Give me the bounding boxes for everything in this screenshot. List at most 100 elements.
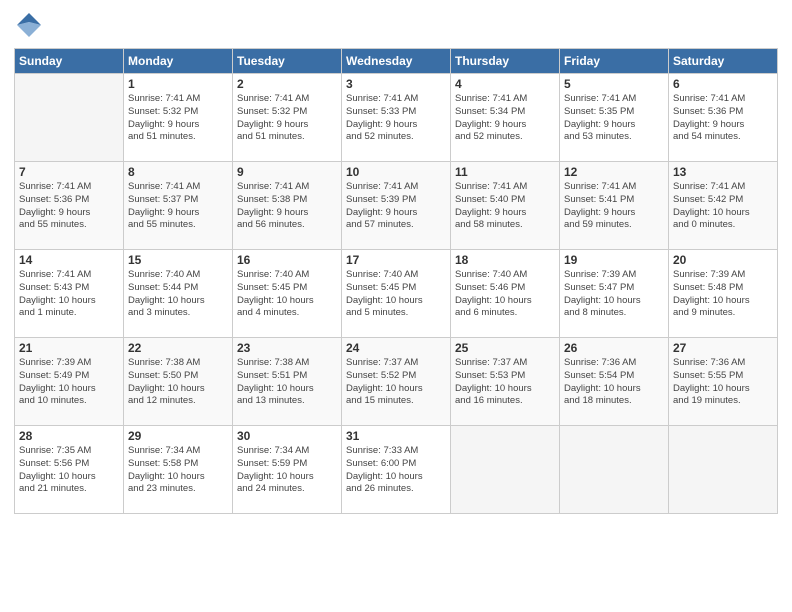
header <box>14 10 778 40</box>
day-info: Sunrise: 7:41 AMSunset: 5:40 PMDaylight:… <box>455 181 555 232</box>
calendar-cell: 29 Sunrise: 7:34 AMSunset: 5:58 PMDayligh… <box>124 426 233 514</box>
col-header-monday: Monday <box>124 49 233 74</box>
calendar-cell: 20 Sunrise: 7:39 AMSunset: 5:48 PMDayligh… <box>669 250 778 338</box>
calendar-week-1: 1 Sunrise: 7:41 AMSunset: 5:32 PMDaylight… <box>15 74 778 162</box>
calendar-cell: 3 Sunrise: 7:41 AMSunset: 5:33 PMDaylight… <box>342 74 451 162</box>
day-number: 30 <box>237 429 337 443</box>
day-number: 28 <box>19 429 119 443</box>
day-number: 11 <box>455 165 555 179</box>
day-info: Sunrise: 7:41 AMSunset: 5:32 PMDaylight:… <box>237 93 337 144</box>
col-header-tuesday: Tuesday <box>233 49 342 74</box>
day-number: 8 <box>128 165 228 179</box>
calendar-cell: 21 Sunrise: 7:39 AMSunset: 5:49 PMDayligh… <box>15 338 124 426</box>
day-info: Sunrise: 7:41 AMSunset: 5:33 PMDaylight:… <box>346 93 446 144</box>
calendar-cell: 23 Sunrise: 7:38 AMSunset: 5:51 PMDayligh… <box>233 338 342 426</box>
day-info: Sunrise: 7:39 AMSunset: 5:47 PMDaylight:… <box>564 269 664 320</box>
calendar-cell: 12 Sunrise: 7:41 AMSunset: 5:41 PMDayligh… <box>560 162 669 250</box>
day-number: 21 <box>19 341 119 355</box>
day-number: 20 <box>673 253 773 267</box>
day-info: Sunrise: 7:41 AMSunset: 5:39 PMDaylight:… <box>346 181 446 232</box>
day-number: 25 <box>455 341 555 355</box>
day-info: Sunrise: 7:33 AMSunset: 6:00 PMDaylight:… <box>346 445 446 496</box>
day-info: Sunrise: 7:34 AMSunset: 5:58 PMDaylight:… <box>128 445 228 496</box>
calendar-cell: 5 Sunrise: 7:41 AMSunset: 5:35 PMDaylight… <box>560 74 669 162</box>
day-info: Sunrise: 7:41 AMSunset: 5:38 PMDaylight:… <box>237 181 337 232</box>
day-number: 29 <box>128 429 228 443</box>
calendar-cell: 13 Sunrise: 7:41 AMSunset: 5:42 PMDayligh… <box>669 162 778 250</box>
calendar-week-2: 7Sunrise: 7:41 AMSunset: 5:36 PMDaylight… <box>15 162 778 250</box>
day-info: Sunrise: 7:37 AMSunset: 5:53 PMDaylight:… <box>455 357 555 408</box>
day-info: Sunrise: 7:39 AMSunset: 5:49 PMDaylight:… <box>19 357 119 408</box>
calendar-cell: 24Sunrise: 7:37 AMSunset: 5:52 PMDayligh… <box>342 338 451 426</box>
day-number: 14 <box>19 253 119 267</box>
calendar-cell: 8 Sunrise: 7:41 AMSunset: 5:37 PMDaylight… <box>124 162 233 250</box>
day-number: 13 <box>673 165 773 179</box>
day-info: Sunrise: 7:41 AMSunset: 5:43 PMDaylight:… <box>19 269 119 320</box>
day-info: Sunrise: 7:40 AMSunset: 5:46 PMDaylight:… <box>455 269 555 320</box>
col-header-saturday: Saturday <box>669 49 778 74</box>
calendar-cell: 26 Sunrise: 7:36 AMSunset: 5:54 PMDayligh… <box>560 338 669 426</box>
calendar-cell: 30 Sunrise: 7:34 AMSunset: 5:59 PMDayligh… <box>233 426 342 514</box>
day-number: 24 <box>346 341 446 355</box>
calendar-cell: 4 Sunrise: 7:41 AMSunset: 5:34 PMDaylight… <box>451 74 560 162</box>
day-number: 7 <box>19 165 119 179</box>
day-number: 1 <box>128 77 228 91</box>
logo <box>14 10 48 40</box>
day-info: Sunrise: 7:36 AMSunset: 5:55 PMDaylight:… <box>673 357 773 408</box>
day-info: Sunrise: 7:41 AMSunset: 5:35 PMDaylight:… <box>564 93 664 144</box>
col-header-wednesday: Wednesday <box>342 49 451 74</box>
calendar-week-4: 21 Sunrise: 7:39 AMSunset: 5:49 PMDayligh… <box>15 338 778 426</box>
calendar-cell: 10 Sunrise: 7:41 AMSunset: 5:39 PMDayligh… <box>342 162 451 250</box>
col-header-friday: Friday <box>560 49 669 74</box>
calendar-cell <box>560 426 669 514</box>
day-number: 23 <box>237 341 337 355</box>
day-number: 3 <box>346 77 446 91</box>
calendar-cell: 1 Sunrise: 7:41 AMSunset: 5:32 PMDaylight… <box>124 74 233 162</box>
logo-icon <box>14 10 44 40</box>
calendar-cell: 25 Sunrise: 7:37 AMSunset: 5:53 PMDayligh… <box>451 338 560 426</box>
day-info: Sunrise: 7:40 AMSunset: 5:44 PMDaylight:… <box>128 269 228 320</box>
col-header-sunday: Sunday <box>15 49 124 74</box>
day-info: Sunrise: 7:40 AMSunset: 5:45 PMDaylight:… <box>237 269 337 320</box>
day-info: Sunrise: 7:35 AMSunset: 5:56 PMDaylight:… <box>19 445 119 496</box>
day-info: Sunrise: 7:41 AMSunset: 5:37 PMDaylight:… <box>128 181 228 232</box>
day-number: 19 <box>564 253 664 267</box>
calendar-cell: 14 Sunrise: 7:41 AMSunset: 5:43 PMDayligh… <box>15 250 124 338</box>
day-number: 15 <box>128 253 228 267</box>
calendar-cell: 31 Sunrise: 7:33 AMSunset: 6:00 PMDayligh… <box>342 426 451 514</box>
day-number: 31 <box>346 429 446 443</box>
day-number: 10 <box>346 165 446 179</box>
calendar-cell: 7Sunrise: 7:41 AMSunset: 5:36 PMDaylight… <box>15 162 124 250</box>
day-info: Sunrise: 7:41 AMSunset: 5:42 PMDaylight:… <box>673 181 773 232</box>
calendar-cell: 22Sunrise: 7:38 AMSunset: 5:50 PMDayligh… <box>124 338 233 426</box>
day-info: Sunrise: 7:34 AMSunset: 5:59 PMDaylight:… <box>237 445 337 496</box>
calendar-cell <box>669 426 778 514</box>
calendar-week-3: 14 Sunrise: 7:41 AMSunset: 5:43 PMDayligh… <box>15 250 778 338</box>
day-info: Sunrise: 7:41 AMSunset: 5:32 PMDaylight:… <box>128 93 228 144</box>
day-info: Sunrise: 7:36 AMSunset: 5:54 PMDaylight:… <box>564 357 664 408</box>
main-container: SundayMondayTuesdayWednesdayThursdayFrid… <box>0 0 792 524</box>
day-number: 5 <box>564 77 664 91</box>
calendar-cell <box>15 74 124 162</box>
day-number: 12 <box>564 165 664 179</box>
day-number: 27 <box>673 341 773 355</box>
calendar-header-row: SundayMondayTuesdayWednesdayThursdayFrid… <box>15 49 778 74</box>
calendar-cell: 6Sunrise: 7:41 AMSunset: 5:36 PMDaylight… <box>669 74 778 162</box>
calendar-cell: 11 Sunrise: 7:41 AMSunset: 5:40 PMDayligh… <box>451 162 560 250</box>
calendar-cell: 19 Sunrise: 7:39 AMSunset: 5:47 PMDayligh… <box>560 250 669 338</box>
day-info: Sunrise: 7:38 AMSunset: 5:51 PMDaylight:… <box>237 357 337 408</box>
day-number: 9 <box>237 165 337 179</box>
calendar-cell: 15 Sunrise: 7:40 AMSunset: 5:44 PMDayligh… <box>124 250 233 338</box>
calendar-table: SundayMondayTuesdayWednesdayThursdayFrid… <box>14 48 778 514</box>
day-info: Sunrise: 7:41 AMSunset: 5:34 PMDaylight:… <box>455 93 555 144</box>
calendar-cell: 9 Sunrise: 7:41 AMSunset: 5:38 PMDaylight… <box>233 162 342 250</box>
calendar-cell: 17Sunrise: 7:40 AMSunset: 5:45 PMDayligh… <box>342 250 451 338</box>
day-info: Sunrise: 7:40 AMSunset: 5:45 PMDaylight:… <box>346 269 446 320</box>
day-number: 4 <box>455 77 555 91</box>
day-info: Sunrise: 7:39 AMSunset: 5:48 PMDaylight:… <box>673 269 773 320</box>
day-info: Sunrise: 7:41 AMSunset: 5:41 PMDaylight:… <box>564 181 664 232</box>
col-header-thursday: Thursday <box>451 49 560 74</box>
day-number: 26 <box>564 341 664 355</box>
calendar-cell: 16Sunrise: 7:40 AMSunset: 5:45 PMDayligh… <box>233 250 342 338</box>
day-info: Sunrise: 7:38 AMSunset: 5:50 PMDaylight:… <box>128 357 228 408</box>
